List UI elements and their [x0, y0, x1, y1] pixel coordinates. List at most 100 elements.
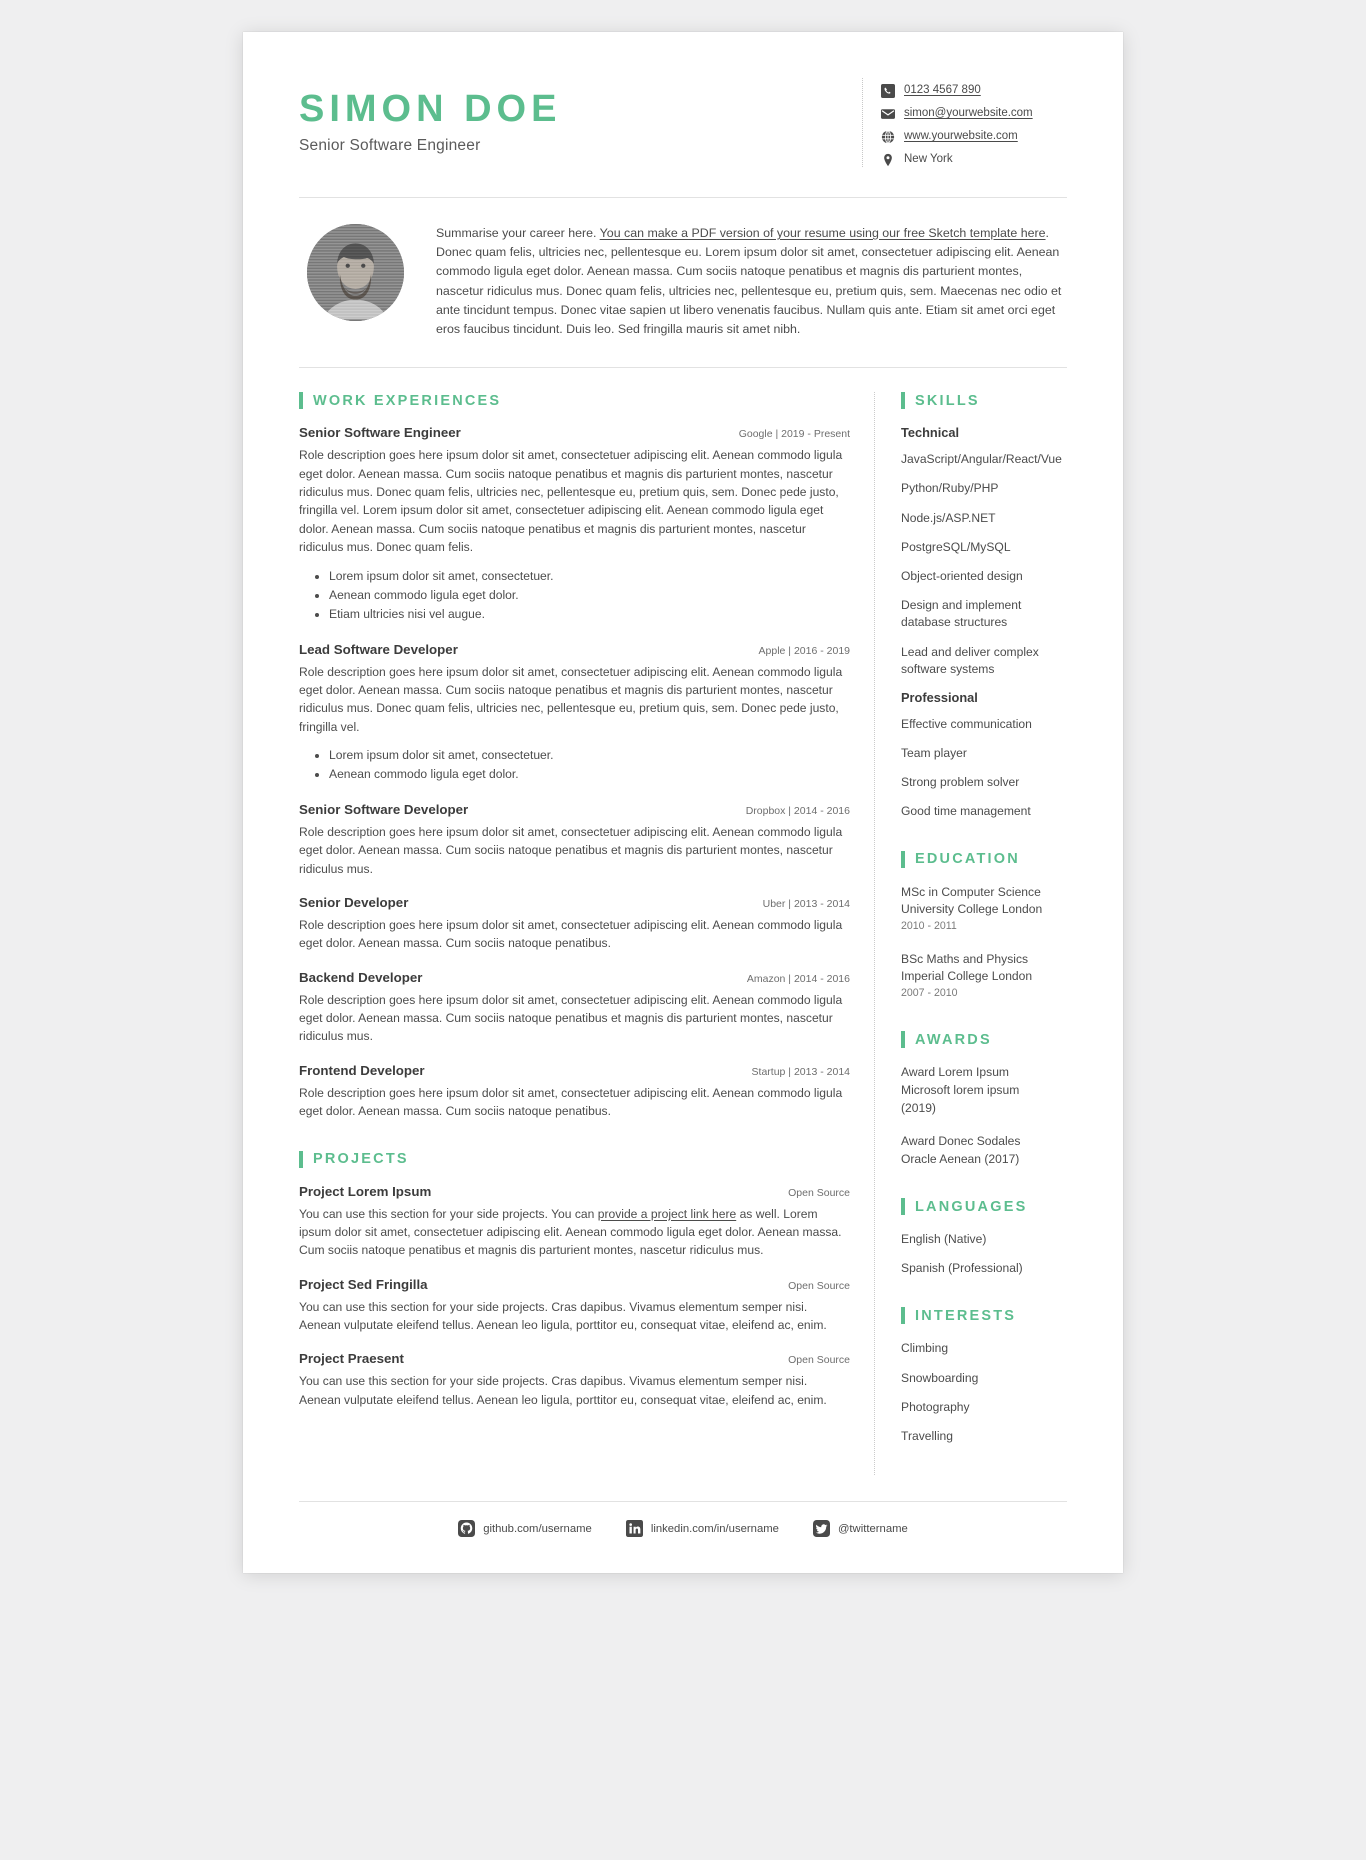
language-item: Spanish (Professional) [901, 1261, 1023, 1276]
resume-body: WORK EXPERIENCES Senior Software Enginee… [299, 368, 1067, 1476]
work-entry: Backend Developer Amazon | 2014 - 2016 R… [299, 970, 850, 1046]
work-entry-head: Senior Developer Uber | 2013 - 2014 [299, 895, 850, 910]
contact-location-text: New York [904, 153, 953, 166]
main-column: WORK EXPERIENCES Senior Software Enginee… [299, 392, 874, 1475]
work-entry-head: Senior Software Engineer Google | 2019 -… [299, 425, 850, 440]
work-entry-head: Frontend Developer Startup | 2013 - 2014 [299, 1063, 850, 1078]
project-entry: Project Sed Fringilla Open Source You ca… [299, 1277, 850, 1335]
award-entry: Award Lorem Ipsum Microsoft lorem ipsum … [901, 1064, 1067, 1117]
list-item: Etiam ultricies nisi vel augue. [329, 605, 850, 624]
award-line-1: Award Donec Sodales [901, 1134, 1021, 1149]
education-section-head: EDUCATION [901, 850, 1067, 868]
education-section: EDUCATION MSc in Computer Science Univer… [901, 850, 1067, 1002]
footer-link-twitter[interactable]: @twittername [812, 1520, 908, 1538]
work-entry-description: Role description goes here ipsum dolor s… [299, 1085, 843, 1119]
contact-website[interactable]: www.yourwebsite.com [881, 130, 1067, 144]
linkedin-icon [625, 1520, 643, 1538]
interest-item: Snowboarding [901, 1370, 979, 1385]
skill-item: Good time management [901, 804, 1031, 819]
footer-link-linkedin-text: linkedin.com/in/username [650, 1522, 779, 1535]
project-entry-meta: Open Source [788, 1354, 850, 1367]
globe-icon [881, 130, 895, 144]
contact-email[interactable]: simon@yourwebsite.com [881, 107, 1067, 121]
skill-item: Team player [901, 746, 967, 761]
work-section-title: WORK EXPERIENCES [313, 392, 502, 409]
education-dates: 2010 - 2011 [901, 919, 957, 932]
project-entry-head: Project Praesent Open Source [299, 1351, 850, 1366]
education-entry: MSc in Computer Science University Colle… [901, 884, 1067, 935]
section-accent-bar [299, 1150, 303, 1168]
work-experiences-section: WORK EXPERIENCES Senior Software Enginee… [299, 392, 850, 1120]
summary-section: Summarise your career here. You can make… [299, 198, 1067, 367]
projects-section: PROJECTS Project Lorem Ipsum Open Source… [299, 1150, 850, 1410]
award-line-2: Microsoft lorem ipsum [901, 1082, 1020, 1097]
project-entry: Project Praesent Open Source You can use… [299, 1351, 850, 1409]
section-accent-bar [901, 392, 905, 410]
skill-item: Object-oriented design [901, 569, 1023, 583]
work-entry-head: Lead Software Developer Apple | 2016 - 2… [299, 642, 850, 657]
work-entry-description: Role description goes here ipsum dolor s… [299, 664, 843, 734]
interests-section-title: INTERESTS [915, 1307, 1017, 1324]
interest-item: Travelling [901, 1428, 953, 1443]
project-link[interactable]: provide a project link here [598, 1207, 736, 1221]
language-item: English (Native) [901, 1232, 987, 1247]
work-entry-meta: Uber | 2013 - 2014 [762, 897, 850, 910]
skills-technical-label: Technical [901, 425, 960, 441]
work-entry-bullets: Lorem ipsum dolor sit amet, consectetuer… [299, 567, 850, 625]
header-identity: SIMON DOE Senior Software Engineer [299, 78, 561, 155]
projects-section-title: PROJECTS [313, 1151, 409, 1168]
summary-link[interactable]: You can make a PDF version of your resum… [600, 226, 1046, 240]
work-entry-description: Role description goes here ipsum dolor s… [299, 448, 843, 555]
project-entry-meta: Open Source [788, 1186, 850, 1199]
awards-section: AWARDS Award Lorem Ipsum Microsoft lorem… [901, 1031, 1067, 1168]
languages-section-head: LANGUAGES [901, 1198, 1067, 1216]
project-entry-description: You can use this section for your side p… [299, 1374, 827, 1407]
work-entry: Lead Software Developer Apple | 2016 - 2… [299, 642, 850, 785]
list-item: Lorem ipsum dolor sit amet, consectetuer… [329, 746, 850, 765]
footer-link-twitter-text: @twittername [837, 1522, 908, 1535]
project-entry-title: Project Praesent [299, 1351, 404, 1367]
footer-link-github[interactable]: github.com/username [458, 1520, 592, 1538]
awards-section-head: AWARDS [901, 1031, 1067, 1049]
location-pin-icon [881, 153, 895, 167]
project-entry-head: Project Lorem Ipsum Open Source [299, 1184, 850, 1199]
skill-item: Design and implement database structures [901, 598, 1022, 630]
section-accent-bar [901, 1307, 905, 1325]
awards-section-title: AWARDS [915, 1031, 992, 1048]
project-entry-head: Project Sed Fringilla Open Source [299, 1277, 850, 1292]
contact-phone[interactable]: 0123 4567 890 [881, 84, 1067, 98]
avatar [307, 224, 404, 321]
interest-item: Photography [901, 1399, 970, 1414]
skill-item: JavaScript/Angular/React/Vue [901, 452, 1062, 467]
project-entry: Project Lorem Ipsum Open Source You can … [299, 1184, 850, 1260]
footer-link-linkedin[interactable]: linkedin.com/in/username [625, 1520, 779, 1538]
work-entry-title: Frontend Developer [299, 1062, 425, 1078]
work-entry-meta: Startup | 2013 - 2014 [751, 1065, 850, 1078]
education-school: University College London [901, 902, 1043, 917]
award-line-2: Oracle Aenean (2017) [901, 1151, 1020, 1166]
work-entry-bullets: Lorem ipsum dolor sit amet, consectetuer… [299, 746, 850, 785]
skill-item: Node.js/ASP.NET [901, 510, 996, 525]
phone-icon [881, 84, 895, 98]
languages-section: LANGUAGES English (Native) Spanish (Prof… [901, 1198, 1067, 1277]
section-accent-bar [901, 850, 905, 868]
work-entry: Senior Software Developer Dropbox | 2014… [299, 802, 850, 878]
work-entry: Frontend Developer Startup | 2013 - 2014… [299, 1063, 850, 1121]
work-entry-description: Role description goes here ipsum dolor s… [299, 824, 843, 876]
resume-header: SIMON DOE Senior Software Engineer 0123 … [299, 78, 1067, 197]
project-entry-description: You can use this section for your side p… [299, 1299, 827, 1333]
project-entry-title: Project Lorem Ipsum [299, 1183, 432, 1199]
footer-social-links: github.com/username linkedin.com/in/user… [299, 1502, 1067, 1543]
work-entry-title: Senior Developer [299, 894, 409, 910]
award-line-1: Award Lorem Ipsum [901, 1065, 1009, 1080]
list-item: Aenean commodo ligula eget dolor. [329, 586, 850, 605]
projects-section-head: PROJECTS [299, 1150, 850, 1168]
resume-page: SIMON DOE Senior Software Engineer 0123 … [243, 32, 1123, 1574]
skill-item: Strong problem solver [901, 775, 1020, 790]
header-subtitle: Senior Software Engineer [299, 136, 481, 154]
education-school: Imperial College London [901, 969, 1033, 984]
project-desc-part1: You can use this section for your side p… [299, 1206, 598, 1221]
education-entry: BSc Maths and Physics Imperial College L… [901, 951, 1067, 1002]
contact-list: 0123 4567 890 simon@yourwebsite.com www.… [862, 78, 1067, 167]
skills-professional-label: Professional [901, 689, 978, 705]
